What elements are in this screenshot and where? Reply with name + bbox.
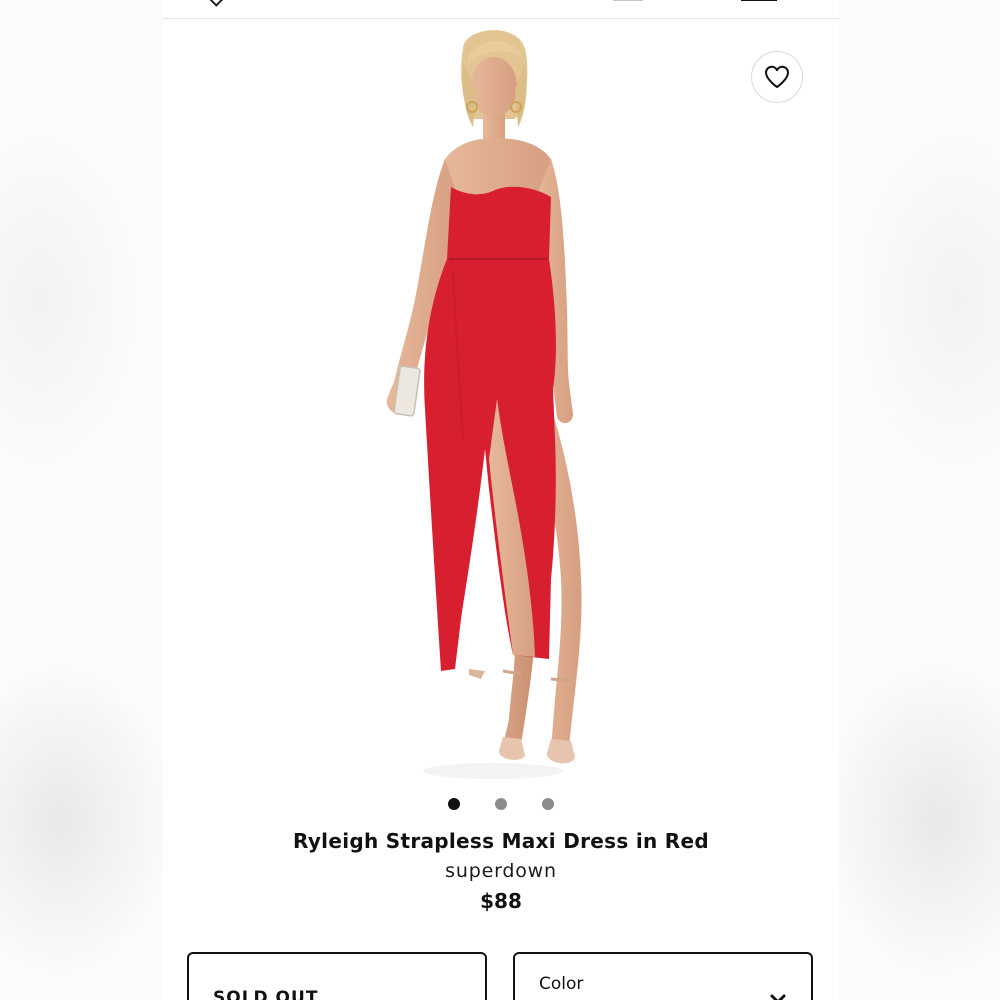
color-select-label: Color [539, 974, 584, 994]
product-info: Ryleigh Strapless Maxi Dress in Red supe… [163, 826, 839, 916]
search-icon[interactable] [613, 0, 643, 1]
size-select-value: SOLD OUT [213, 988, 319, 1000]
product-price: $88 [480, 889, 522, 913]
top-nav-bar [163, 0, 839, 19]
model-photo [386, 30, 582, 779]
favorite-button[interactable] [751, 51, 803, 103]
product-page: Ryleigh Strapless Maxi Dress in Red supe… [163, 0, 839, 1000]
carousel-dot-2[interactable] [495, 798, 507, 810]
product-brand[interactable]: superdown [163, 856, 839, 886]
shopping-bag-icon[interactable] [741, 0, 777, 1]
blurred-background-left [0, 0, 163, 1000]
carousel-dot-3[interactable] [542, 798, 554, 810]
product-image[interactable] [163, 19, 839, 784]
back-arrow-icon[interactable] [209, 0, 225, 7]
carousel-dot-1[interactable] [448, 798, 460, 810]
close-icon[interactable] [768, 992, 788, 1000]
size-select[interactable]: SOLD OUT [187, 952, 487, 1000]
color-select[interactable]: Color [513, 952, 813, 1000]
product-title: Ryleigh Strapless Maxi Dress in Red [293, 829, 709, 853]
image-carousel-dots [163, 798, 839, 812]
blurred-background-right [837, 0, 1000, 1000]
heart-outline-icon [765, 65, 789, 88]
